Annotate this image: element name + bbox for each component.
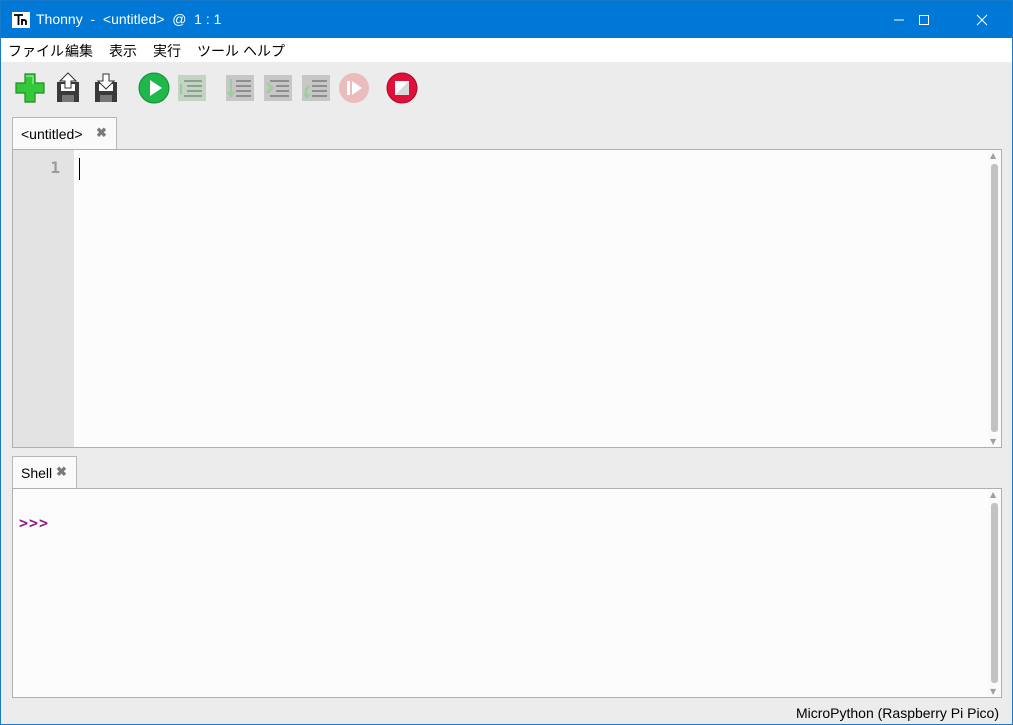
close-shell-tab-icon[interactable]: ✖	[56, 464, 67, 480]
run-icon	[138, 72, 170, 104]
stop-button[interactable]	[385, 71, 419, 105]
text-cursor	[79, 158, 80, 180]
toolbar	[1, 62, 1012, 114]
shell-prompt: >>>	[19, 514, 50, 532]
save-file-icon	[95, 73, 117, 102]
scroll-up-arrow-icon[interactable]: ▲	[990, 151, 996, 160]
interpreter-status[interactable]: MicroPython (Raspberry Pi Pico)	[796, 705, 999, 721]
new-file-icon	[15, 73, 45, 103]
editor-scrollbar-thumb[interactable]	[991, 164, 998, 432]
save-file-button[interactable]	[89, 71, 123, 105]
tab-shell[interactable]: Shell ✖	[12, 456, 77, 489]
debug-button[interactable]	[175, 71, 209, 105]
stop-icon	[386, 72, 418, 104]
debug-icon	[178, 75, 206, 101]
resume-button[interactable]	[337, 71, 371, 105]
resume-icon	[339, 73, 369, 103]
scroll-down-arrow-icon[interactable]: ▼	[990, 437, 996, 446]
line-number: 1	[50, 158, 60, 177]
menu-help[interactable]: ヘルプ	[243, 41, 285, 61]
step-out-button[interactable]	[299, 71, 333, 105]
shell-scroll-down-arrow-icon[interactable]: ▼	[990, 687, 996, 696]
menu-run[interactable]: 実行	[153, 41, 181, 61]
tab-untitled[interactable]: <untitled> ✖	[12, 117, 117, 150]
thonny-window: Thonny - <untitled> @ 1 : 1 ファイル 編集 表示 実…	[0, 0, 1013, 725]
menu-edit[interactable]: 編集	[65, 41, 93, 61]
shell-scrollbar[interactable]: ▲ ▼	[988, 489, 1001, 697]
step-over-button[interactable]	[223, 71, 257, 105]
menu-view[interactable]: 表示	[109, 41, 137, 61]
shell-scrollbar-thumb[interactable]	[991, 503, 998, 683]
shell-scroll-up-arrow-icon[interactable]: ▲	[990, 490, 996, 499]
maximize-icon	[919, 14, 929, 25]
maximize-button[interactable]	[901, 1, 947, 38]
step-out-icon	[302, 75, 330, 101]
open-file-button[interactable]	[51, 71, 85, 105]
menu-tools[interactable]: ツール	[197, 41, 239, 61]
step-into-button[interactable]	[261, 71, 295, 105]
step-into-icon	[264, 75, 292, 101]
tab-untitled-label: <untitled>	[21, 126, 83, 142]
title-bar[interactable]: Thonny - <untitled> @ 1 : 1	[1, 1, 1012, 38]
new-file-button[interactable]	[13, 71, 47, 105]
menu-file[interactable]: ファイル	[8, 41, 64, 61]
open-file-icon	[57, 72, 79, 102]
line-number-gutter: 1	[13, 150, 74, 447]
code-editor[interactable]: 1 ▲ ▼	[12, 149, 1002, 448]
close-window-button[interactable]	[959, 1, 1005, 38]
close-tab-icon[interactable]: ✖	[96, 125, 107, 141]
menu-bar: ファイル 編集 表示 実行 ツール ヘルプ	[1, 38, 1012, 62]
tab-shell-label: Shell	[21, 465, 53, 481]
window-title: Thonny - <untitled> @ 1 : 1	[36, 11, 222, 27]
step-over-icon	[226, 75, 254, 101]
editor-scrollbar[interactable]: ▲ ▼	[988, 150, 1001, 447]
run-button[interactable]	[137, 71, 171, 105]
close-icon	[976, 14, 988, 25]
shell-console[interactable]: >>> ▲ ▼	[12, 488, 1002, 698]
thonny-logo-icon	[11, 10, 31, 30]
